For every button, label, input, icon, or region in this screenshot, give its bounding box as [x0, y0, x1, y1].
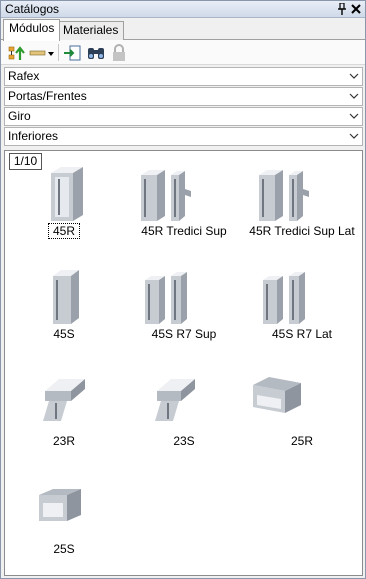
- tab-materiales[interactable]: Materiales: [57, 21, 125, 40]
- panel-title: Catálogos: [5, 2, 60, 16]
- binoculars-icon[interactable]: [85, 42, 107, 63]
- profile-25r-icon: [253, 377, 301, 413]
- tree-upload-icon[interactable]: [7, 42, 27, 63]
- close-icon[interactable]: [349, 1, 363, 17]
- profile-45s-r7-lat-icon: [263, 272, 305, 324]
- profile-45s-r7-sup-icon: [145, 272, 187, 324]
- item-label: 45R Tredici Sup Lat: [249, 224, 355, 238]
- filter-brand-select[interactable]: Rafex: [4, 67, 363, 86]
- item-label: 23R: [52, 434, 75, 448]
- profile-23s-icon: [155, 379, 195, 421]
- grid-item[interactable]: 45S R7 Lat: [247, 266, 357, 366]
- item-label: 25S: [53, 542, 75, 556]
- item-label: 45R Tredici Sup: [141, 224, 227, 238]
- module-grid: 1/10 45R 45R Tredici Sup 45R Tredici Sup…: [4, 150, 363, 576]
- lock-icon[interactable]: [109, 42, 129, 63]
- filter-position-value: Inferiores: [8, 129, 59, 143]
- profile-45s-icon: [53, 270, 79, 324]
- grid-item[interactable]: 45R: [9, 163, 119, 263]
- grid-item[interactable]: 23S: [129, 373, 239, 473]
- profile-45r-tredici-sup-lat-icon: [259, 170, 309, 221]
- filter-type-value: Giro: [8, 109, 31, 123]
- item-label: 45R: [48, 223, 80, 239]
- profile-45r-icon: [51, 167, 83, 221]
- grid-item[interactable]: 45S: [9, 266, 119, 366]
- toolbar-separator: [58, 44, 59, 61]
- filter-brand-value: Rafex: [8, 69, 40, 83]
- import-icon[interactable]: [62, 42, 82, 63]
- chevron-down-icon: [349, 113, 359, 119]
- grid-item[interactable]: 25R: [247, 373, 357, 473]
- measure-dropdown-icon[interactable]: [29, 42, 55, 63]
- item-label: 25R: [290, 434, 313, 448]
- grid-item[interactable]: 45R Tredici Sup Lat: [247, 163, 357, 263]
- item-label: 23S: [173, 434, 195, 448]
- chevron-down-icon: [349, 93, 359, 99]
- profile-45r-tredici-sup-icon: [141, 170, 191, 221]
- item-label: 45S R7 Sup: [151, 327, 217, 341]
- grid-item[interactable]: 45R Tredici Sup: [129, 163, 239, 263]
- filter-category-value: Portas/Frentes: [8, 89, 87, 103]
- chevron-down-icon: [349, 133, 359, 139]
- profile-23r-icon: [43, 379, 85, 421]
- panel-titlebar[interactable]: Catálogos: [1, 1, 365, 18]
- toolbar: [1, 40, 365, 65]
- grid-item[interactable]: 23R: [9, 373, 119, 473]
- filter-category-select[interactable]: Portas/Frentes: [4, 87, 363, 106]
- filter-type-select[interactable]: Giro: [4, 107, 363, 126]
- profile-25s-icon: [39, 489, 81, 521]
- grid-item[interactable]: 25S: [9, 481, 119, 579]
- tab-strip: Módulos Materiales: [1, 18, 365, 41]
- filter-position-select[interactable]: Inferiores: [4, 127, 363, 146]
- catalog-panel: Catálogos Módulos Materiales Rafex Porta…: [0, 0, 366, 579]
- tab-modulos[interactable]: Módulos: [3, 19, 61, 41]
- grid-item[interactable]: 45S R7 Sup: [129, 266, 239, 366]
- item-label: 45S R7 Lat: [271, 327, 333, 341]
- chevron-down-icon: [349, 73, 359, 79]
- pin-icon[interactable]: [335, 1, 349, 17]
- item-label: 45S: [53, 327, 75, 341]
